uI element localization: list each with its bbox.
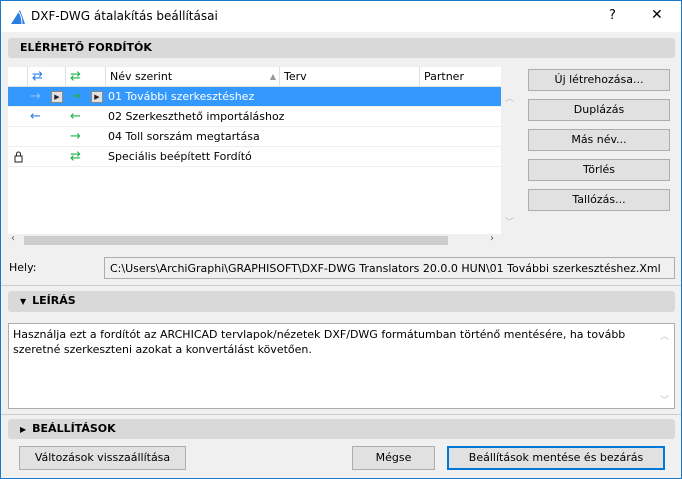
duplicate-button[interactable]: Duplázás (528, 99, 670, 121)
table-row[interactable]: → ▶ → ▶ 01 További szerkesztéshez (8, 87, 501, 107)
location-label: Hely: (9, 261, 37, 274)
sort-asc-icon: ▲ (269, 72, 276, 81)
scroll-right-icon: › (490, 233, 494, 244)
table-row[interactable]: ← ← 02 Szerkeszthető importáláshoz (8, 107, 501, 127)
rename-button[interactable]: Más név... (528, 129, 670, 151)
save-and-close-button[interactable]: Beállítások mentése és bezárás (447, 446, 665, 470)
section-settings[interactable]: ▶ BEÁLLÍTÁSOK (8, 419, 675, 439)
translators-table: ⇄ ⇄ Név szerint ▲ Terv Partner → ▶ → ▶ 01… (8, 67, 501, 247)
help-button[interactable]: ? (609, 8, 616, 23)
arrow-right-icon: → (30, 89, 41, 104)
horizontal-scrollbar[interactable]: ‹ › (8, 233, 501, 247)
expand-button[interactable]: ▶ (51, 91, 63, 103)
arrow-left-icon: ← (30, 109, 41, 124)
window-title: DXF-DWG átalakítás beállításai (31, 9, 218, 23)
column-plan[interactable]: Terv (280, 67, 420, 87)
arrow-right-icon: → (70, 89, 81, 104)
delete-button[interactable]: Törlés (528, 159, 670, 181)
translator-name: 01 További szerkesztéshez (108, 90, 255, 103)
browse-button[interactable]: Tallózás... (528, 189, 670, 211)
scroll-left-icon: ‹ (11, 233, 15, 244)
revert-changes-button[interactable]: Változások visszaállítása (19, 446, 186, 470)
translator-name: Speciális beépített Fordító (108, 150, 252, 163)
collapse-icon: ▼ (20, 297, 27, 306)
new-button[interactable]: Új létrehozása... (528, 69, 670, 91)
translate-column-icon[interactable]: ⇄ (66, 67, 106, 87)
expand-icon: ▶ (20, 425, 27, 434)
vertical-scrollbar[interactable]: ︿ ﹀ (501, 87, 516, 234)
cancel-button[interactable]: Mégse (352, 446, 435, 470)
expand-button[interactable]: ▶ (91, 91, 103, 103)
import-export-column-icon[interactable]: ⇄ (28, 67, 66, 87)
title-bar: DXF-DWG átalakítás beállításai ? ✕ (1, 1, 681, 32)
scroll-up-icon: ︿ (505, 94, 515, 104)
translator-name: 04 Toll sorszám megtartása (108, 130, 260, 143)
table-row[interactable]: ⇄ Speciális beépített Fordító (8, 147, 501, 167)
arrow-right-icon: → (70, 129, 81, 144)
column-partner[interactable]: Partner (420, 67, 501, 87)
arrow-left-icon: ← (70, 109, 81, 124)
section-available-translators[interactable]: ELÉRHETŐ FORDÍTÓK (8, 38, 675, 58)
translator-name: 02 Szerkeszthető importáláshoz (108, 110, 285, 123)
scrollbar-thumb[interactable] (24, 236, 448, 245)
scroll-down-icon: ﹀ (660, 396, 670, 406)
bidirectional-arrow-icon: ⇄ (70, 149, 81, 164)
scroll-down-icon: ﹀ (505, 218, 515, 228)
scroll-up-icon: ︿ (660, 332, 670, 342)
close-button[interactable]: ✕ (651, 7, 663, 23)
section-description[interactable]: ▼ LEÍRÁS (8, 291, 675, 312)
archicad-logo-icon (11, 10, 25, 25)
table-row[interactable]: → 04 Toll sorszám megtartása (8, 127, 501, 147)
divider (1, 414, 681, 415)
description-textarea[interactable]: Használja ezt a fordítót az ARCHICAD ter… (8, 323, 675, 409)
column-name[interactable]: Név szerint ▲ (106, 67, 280, 87)
divider (1, 285, 681, 286)
location-path-field: C:\Users\ArchiGraphi\GRAPHISOFT\DXF-DWG … (104, 257, 675, 279)
lock-icon (14, 151, 23, 163)
dialog-window: DXF-DWG átalakítás beállításai ? ✕ ELÉRH… (0, 0, 682, 479)
